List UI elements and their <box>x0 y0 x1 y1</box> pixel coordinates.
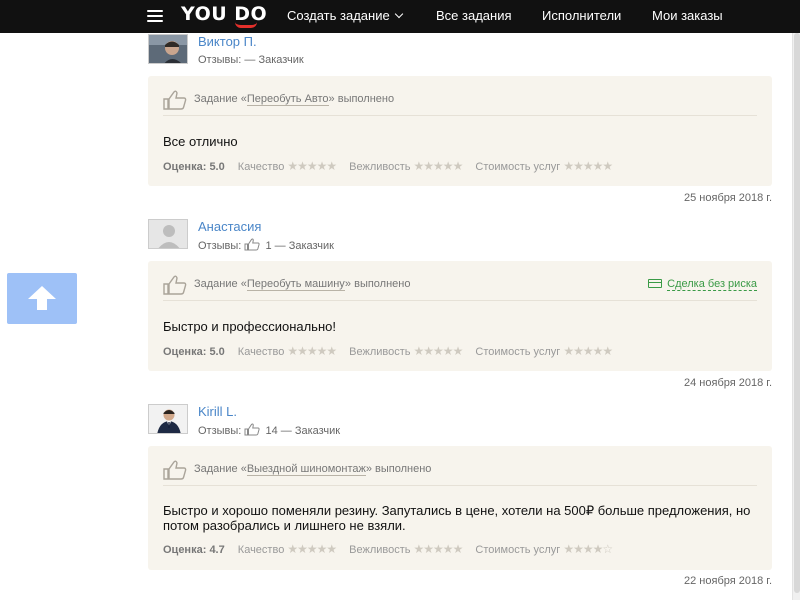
scroll-to-top-button[interactable] <box>7 273 77 324</box>
politeness-rating: Вежливость ★★★★★ <box>349 159 464 173</box>
star-icon-group: ★★★★☆ <box>563 542 613 556</box>
politeness-rating: Вежливость ★★★★★ <box>349 542 464 556</box>
review-card-header: Задание «Переобуть машину» выполнено Сде… <box>163 275 757 301</box>
star-icon-group: ★★★★★ <box>287 159 337 173</box>
nav-my-orders[interactable]: Мои заказы <box>652 8 723 24</box>
youdo-logo[interactable]: YOU DO <box>181 4 267 28</box>
task-link[interactable]: Переобуть машину <box>246 278 345 291</box>
task-status: Задание «Переобуть машину» выполнено <box>194 278 411 291</box>
politeness-rating: Вежливость ★★★★★ <box>349 344 464 358</box>
author-name[interactable]: Виктор П. <box>198 34 257 50</box>
score-label: Оценка: 5.0 <box>163 346 225 358</box>
author-reviews-info: Отзывы: 14 — Заказчик <box>198 423 341 437</box>
rating-row: Оценка: 4.7 Качество ★★★★★ Вежливость ★★★★… <box>163 542 613 556</box>
star-icon-group: ★★★★★ <box>413 159 464 173</box>
quality-rating: Качество ★★★★★ <box>237 542 337 556</box>
nav-create-task[interactable]: Создать задание <box>287 8 403 24</box>
task-status: Задание «Выездной шиномонтаж» выполнено <box>194 463 432 476</box>
avatar[interactable] <box>148 219 188 249</box>
star-icon-group: ★★★★★ <box>413 344 464 358</box>
star-icon-group: ★★★★★ <box>413 542 464 556</box>
price-rating: Стоимость услуг ★★★★☆ <box>475 542 613 556</box>
star-icon-group: ★★★★★ <box>563 159 613 173</box>
credit-card-icon <box>648 279 663 288</box>
user-photo <box>149 35 187 63</box>
review-text: Быстро и хорошо поменяли резину. Запутал… <box>163 503 751 533</box>
hamburger-menu-icon[interactable] <box>147 10 163 22</box>
thumbs-up-icon <box>163 460 187 480</box>
star-icon-group: ★★★★★ <box>287 344 337 358</box>
review-text: Быстро и профессионально! <box>163 319 336 334</box>
thumbs-up-icon <box>244 423 260 436</box>
review-date: 24 ноября 2018 г. <box>684 377 772 389</box>
score-label: Оценка: 5.0 <box>163 161 225 173</box>
star-icon-group: ★★★★★ <box>563 344 613 358</box>
review-card-header: Задание «Переобуть Авто» выполнено <box>163 90 757 116</box>
task-status: Задание «Переобуть Авто» выполнено <box>194 93 395 106</box>
avatar[interactable] <box>148 34 188 64</box>
thumbs-up-icon <box>244 238 260 251</box>
thumbs-up-icon <box>163 90 187 110</box>
top-navigation-bar: YOU DO Создать задание Все задания Испол… <box>0 0 800 33</box>
rating-row: Оценка: 5.0 Качество ★★★★★ Вежливость ★★★★… <box>163 344 613 358</box>
review-card: Задание «Переобуть Авто» выполнено Все о… <box>148 76 772 186</box>
review-card-header: Задание «Выездной шиномонтаж» выполнено <box>163 460 757 486</box>
author-reviews-info: Отзывы: — Заказчик <box>198 54 304 66</box>
default-user-icon <box>149 220 187 248</box>
avatar[interactable] <box>148 404 188 434</box>
page-scrollbar[interactable] <box>792 33 800 600</box>
review-card: Задание «Выездной шиномонтаж» выполнено … <box>148 446 772 570</box>
price-rating: Стоимость услуг ★★★★★ <box>475 159 613 173</box>
user-photo <box>149 405 187 433</box>
task-link[interactable]: Выездной шиномонтаж <box>246 463 366 476</box>
review-text: Все отлично <box>163 134 238 149</box>
chevron-down-icon <box>394 9 403 19</box>
review-date: 25 ноября 2018 г. <box>684 192 772 204</box>
author-reviews-info: Отзывы: 1 — Заказчик <box>198 238 334 252</box>
task-link[interactable]: Переобуть Авто <box>246 93 329 106</box>
quality-rating: Качество ★★★★★ <box>237 159 337 173</box>
review-date: 22 ноября 2018 г. <box>684 575 772 587</box>
rating-row: Оценка: 5.0 Качество ★★★★★ Вежливость ★★★★… <box>163 159 613 173</box>
nav-performers[interactable]: Исполнители <box>542 8 621 24</box>
author-name[interactable]: Анастасия <box>198 219 261 235</box>
arrow-up-icon <box>28 286 56 310</box>
logo-smile-icon <box>235 22 257 28</box>
author-name[interactable]: Kirill L. <box>198 404 237 420</box>
nav-all-tasks[interactable]: Все задания <box>436 8 512 24</box>
safe-deal-link[interactable]: Сделка без риска <box>648 278 757 291</box>
star-icon-group: ★★★★★ <box>287 542 337 556</box>
review-card: Задание «Переобуть машину» выполнено Сде… <box>148 261 772 371</box>
quality-rating: Качество ★★★★★ <box>237 344 337 358</box>
scrollbar-thumb[interactable] <box>794 33 800 593</box>
score-label: Оценка: 4.7 <box>163 544 225 556</box>
thumbs-up-icon <box>163 275 187 295</box>
price-rating: Стоимость услуг ★★★★★ <box>475 344 613 358</box>
